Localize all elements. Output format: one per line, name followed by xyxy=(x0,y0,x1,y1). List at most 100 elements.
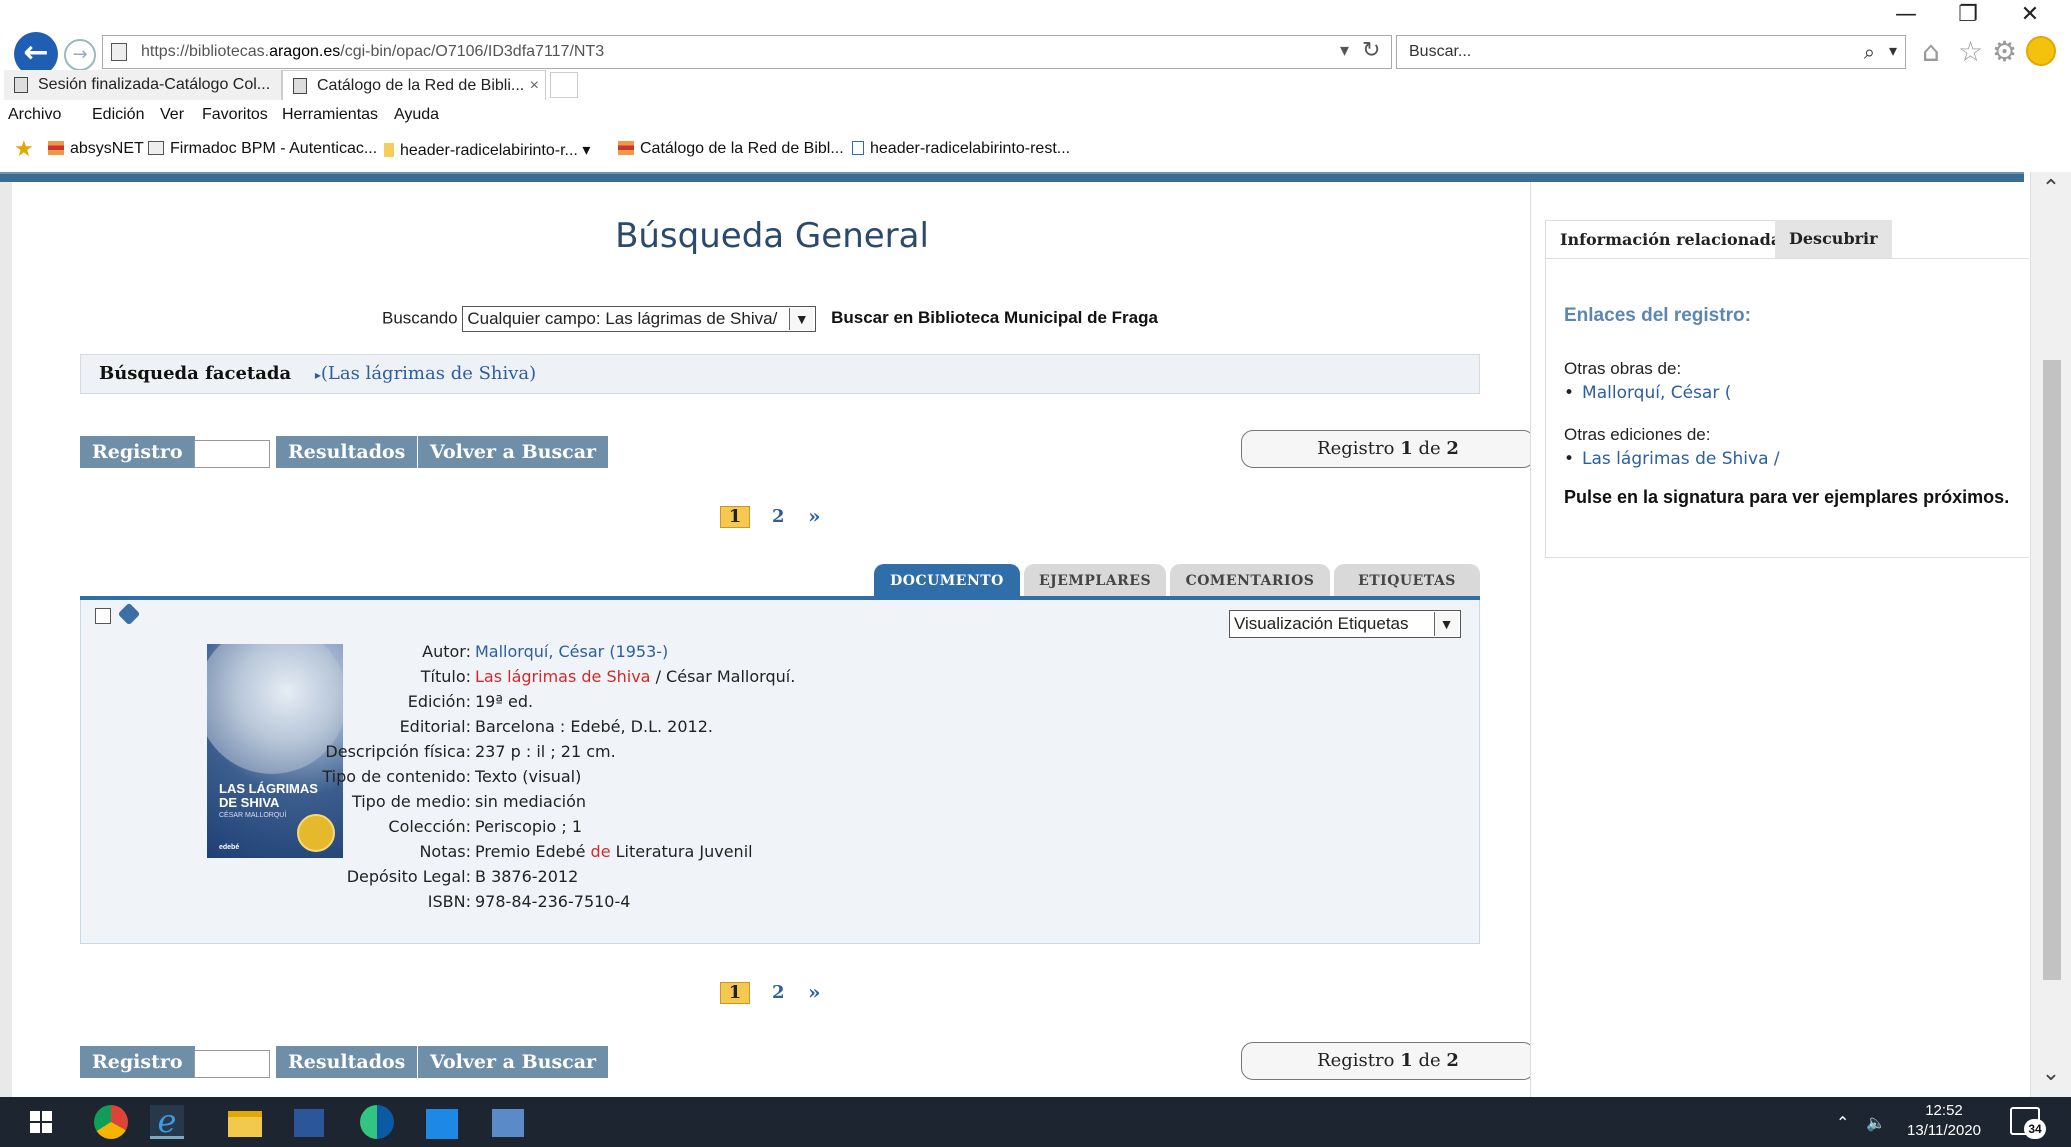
related-info-panel: Información relacionada Descubrir Enlace… xyxy=(1530,182,2029,1097)
fav-firmadoc[interactable]: Firmadoc BPM - Autenticac... xyxy=(148,140,377,158)
settings-gear-icon[interactable]: ⚙ xyxy=(1992,34,2017,70)
resultados-button[interactable]: Resultados xyxy=(276,436,418,468)
select-record-checkbox[interactable] xyxy=(95,608,111,624)
volver-a-buscar-button[interactable]: Volver a Buscar xyxy=(418,436,609,468)
signatura-note: Pulse en la signatura para ver ejemplare… xyxy=(1564,487,2010,507)
menu-bar: Archivo Edición Ver Favoritos Herramient… xyxy=(0,102,2071,132)
menu-archivo[interactable]: Archivo xyxy=(8,106,61,124)
home-icon[interactable]: ⌂ xyxy=(1922,34,1940,70)
file-explorer-icon[interactable] xyxy=(228,1111,262,1137)
view-mode-select[interactable]: Visualización Etiquetas ▼ xyxy=(1229,610,1461,638)
resultados-button[interactable]: Resultados xyxy=(276,1046,418,1078)
outlook-icon[interactable] xyxy=(492,1109,524,1137)
autor-link[interactable]: Mallorquí, César (1953-) xyxy=(475,642,668,661)
fav-label: header-radicelabirinto-r... xyxy=(400,142,578,159)
scroll-thumb[interactable] xyxy=(2043,360,2061,980)
registro-input[interactable] xyxy=(194,440,270,468)
vertical-scrollbar[interactable]: ⌃ ⌄ xyxy=(2030,172,2071,1097)
close-window-button[interactable]: ✕ xyxy=(2000,0,2060,32)
favorites-star-add-icon[interactable]: ★ xyxy=(14,136,34,162)
search-field-select[interactable]: Cualquier campo: Las lágrimas de Shiva/ … xyxy=(462,306,817,332)
page-2-link[interactable]: 2 xyxy=(772,506,785,527)
fav-header-radice-2[interactable]: header-radicelabirinto-rest... xyxy=(852,140,1070,158)
system-clock[interactable]: 12:52 13/11/2020 xyxy=(1904,1101,1984,1141)
facet-link[interactable]: ▸(Las lágrimas de Shiva) xyxy=(315,363,536,384)
registro-button[interactable]: Registro xyxy=(80,436,195,468)
browser-search-input[interactable]: Buscar... ⌕ ▾ xyxy=(1396,35,1906,69)
field-editorial: Editorial: Barcelona : Edebé, D.L. 2012. xyxy=(81,717,1481,741)
titulo-link[interactable]: Las lágrimas de Shiva xyxy=(475,667,650,686)
menu-ayuda[interactable]: Ayuda xyxy=(394,106,439,124)
tab-informacion-relacionada[interactable]: Información relacionada xyxy=(1545,220,1797,258)
otras-obras-link[interactable]: • Mallorquí, César ( xyxy=(1564,383,1731,403)
menu-favoritos[interactable]: Favoritos xyxy=(202,106,268,124)
search-dropdown-icon[interactable]: ▾ xyxy=(1889,36,1897,68)
field-value: sin mediación xyxy=(475,792,587,811)
forward-arrow-icon: → xyxy=(72,44,88,65)
address-dropdown-icon[interactable]: ▾ xyxy=(1340,35,1349,67)
counter-total: 2 xyxy=(1446,438,1459,459)
tab-comentarios[interactable]: COMENTARIOS xyxy=(1170,564,1330,598)
address-bar[interactable]: https://bibliotecas.aragon.es/cgi-bin/op… xyxy=(102,35,1392,69)
chrome-icon[interactable] xyxy=(94,1105,128,1139)
field-descripcion: Descripción física: 237 p : il ; 21 cm. xyxy=(81,742,1481,766)
otras-obras-label: Otras obras de: xyxy=(1564,359,1682,378)
tab-etiquetas[interactable]: ETIQUETAS xyxy=(1334,564,1480,598)
refresh-icon[interactable]: ↻ xyxy=(1362,35,1380,67)
search-icon[interactable]: ⌕ xyxy=(1864,36,1875,68)
minimize-button[interactable]: — xyxy=(1876,0,1936,32)
tag-icon[interactable] xyxy=(117,602,141,626)
notas-post: Literatura Juvenil xyxy=(610,842,753,861)
word-icon[interactable] xyxy=(294,1109,324,1137)
scroll-up-icon[interactable]: ⌃ xyxy=(2031,176,2071,210)
tab-catalogo[interactable]: Catálogo de la Red de Bibli... × xyxy=(282,70,546,100)
field-notas: Notas: Premio Edebé de Literatura Juveni… xyxy=(81,842,1481,866)
menu-ver[interactable]: Ver xyxy=(160,106,184,124)
scroll-down-icon[interactable]: ⌄ xyxy=(2031,1061,2071,1095)
windows-taskbar: e ⌃ 🔈 12:52 13/11/2020 34 xyxy=(0,1097,2071,1147)
close-tab-icon[interactable]: × xyxy=(530,71,539,100)
related-heading: Enlaces del registro: xyxy=(1564,305,1751,326)
media-app-icon[interactable] xyxy=(426,1109,458,1139)
windows-start-icon[interactable] xyxy=(30,1111,52,1133)
tab-documento[interactable]: DOCUMENTO xyxy=(874,564,1020,598)
page-next-link[interactable]: » xyxy=(808,504,821,528)
restore-button[interactable]: ❐ xyxy=(1938,0,1998,32)
tab-ejemplares[interactable]: EJEMPLARES xyxy=(1024,564,1166,598)
field-value: 978-84-236-7510-4 xyxy=(475,892,631,911)
field-coleccion: Colección: Periscopio ; 1 xyxy=(81,817,1481,841)
internet-explorer-icon[interactable]: e xyxy=(150,1105,184,1139)
otras-ediciones-link[interactable]: • Las lágrimas de Shiva / xyxy=(1564,449,1780,469)
tab-descubrir[interactable]: Descubrir xyxy=(1775,220,1892,258)
volver-a-buscar-button[interactable]: Volver a Buscar xyxy=(418,1046,609,1078)
search-where-link[interactable]: Buscar en Biblioteca Municipal de Fraga xyxy=(831,308,1158,327)
field-label: Tipo de contenido: xyxy=(322,767,471,786)
forward-button[interactable]: → xyxy=(64,39,96,71)
record-box: Visualización Etiquetas ▼ LAS LÁGRIMAS DE… xyxy=(80,600,1480,944)
notas-pre: Premio Edebé xyxy=(475,842,591,861)
field-deposito: Depósito Legal: B 3876-2012 xyxy=(81,867,1481,891)
new-tab-button[interactable] xyxy=(550,72,578,98)
volume-icon[interactable]: 🔈 xyxy=(1866,1113,1886,1132)
field-label: Edición: xyxy=(407,692,471,711)
tab-sesion-finalizada[interactable]: Sesión finalizada-Catálogo Col... xyxy=(4,70,282,100)
registro-button[interactable]: Registro xyxy=(80,1046,195,1078)
counter-current: 1 xyxy=(1400,1050,1413,1071)
show-hidden-icons-icon[interactable]: ⌃ xyxy=(1836,1113,1849,1132)
address-url: https://bibliotecas.aragon.es/cgi-bin/op… xyxy=(141,43,605,60)
favorites-star-icon[interactable]: ☆ xyxy=(1958,34,1983,70)
registro-input[interactable] xyxy=(194,1050,270,1078)
page-icon xyxy=(852,141,864,155)
menu-edicion[interactable]: Edición xyxy=(92,106,144,124)
search-placeholder: Buscar... xyxy=(1409,43,1472,60)
fav-catalogo[interactable]: Catálogo de la Red de Bibl... xyxy=(618,140,844,158)
field-medio: Tipo de medio: sin mediación xyxy=(81,792,1481,816)
feedback-smiley-icon[interactable] xyxy=(2026,36,2056,66)
main-content: Búsqueda General Buscando Cualquier camp… xyxy=(12,182,1535,1097)
fav-header-radice-1[interactable]: header-radicelabirinto-r... ▾ xyxy=(384,140,590,160)
fav-absysnet[interactable]: absysNET xyxy=(48,140,144,158)
edge-icon[interactable] xyxy=(360,1105,394,1139)
page-2-link[interactable]: 2 xyxy=(772,982,785,1003)
menu-herramientas[interactable]: Herramientas xyxy=(282,106,378,124)
page-next-link[interactable]: » xyxy=(808,980,821,1004)
